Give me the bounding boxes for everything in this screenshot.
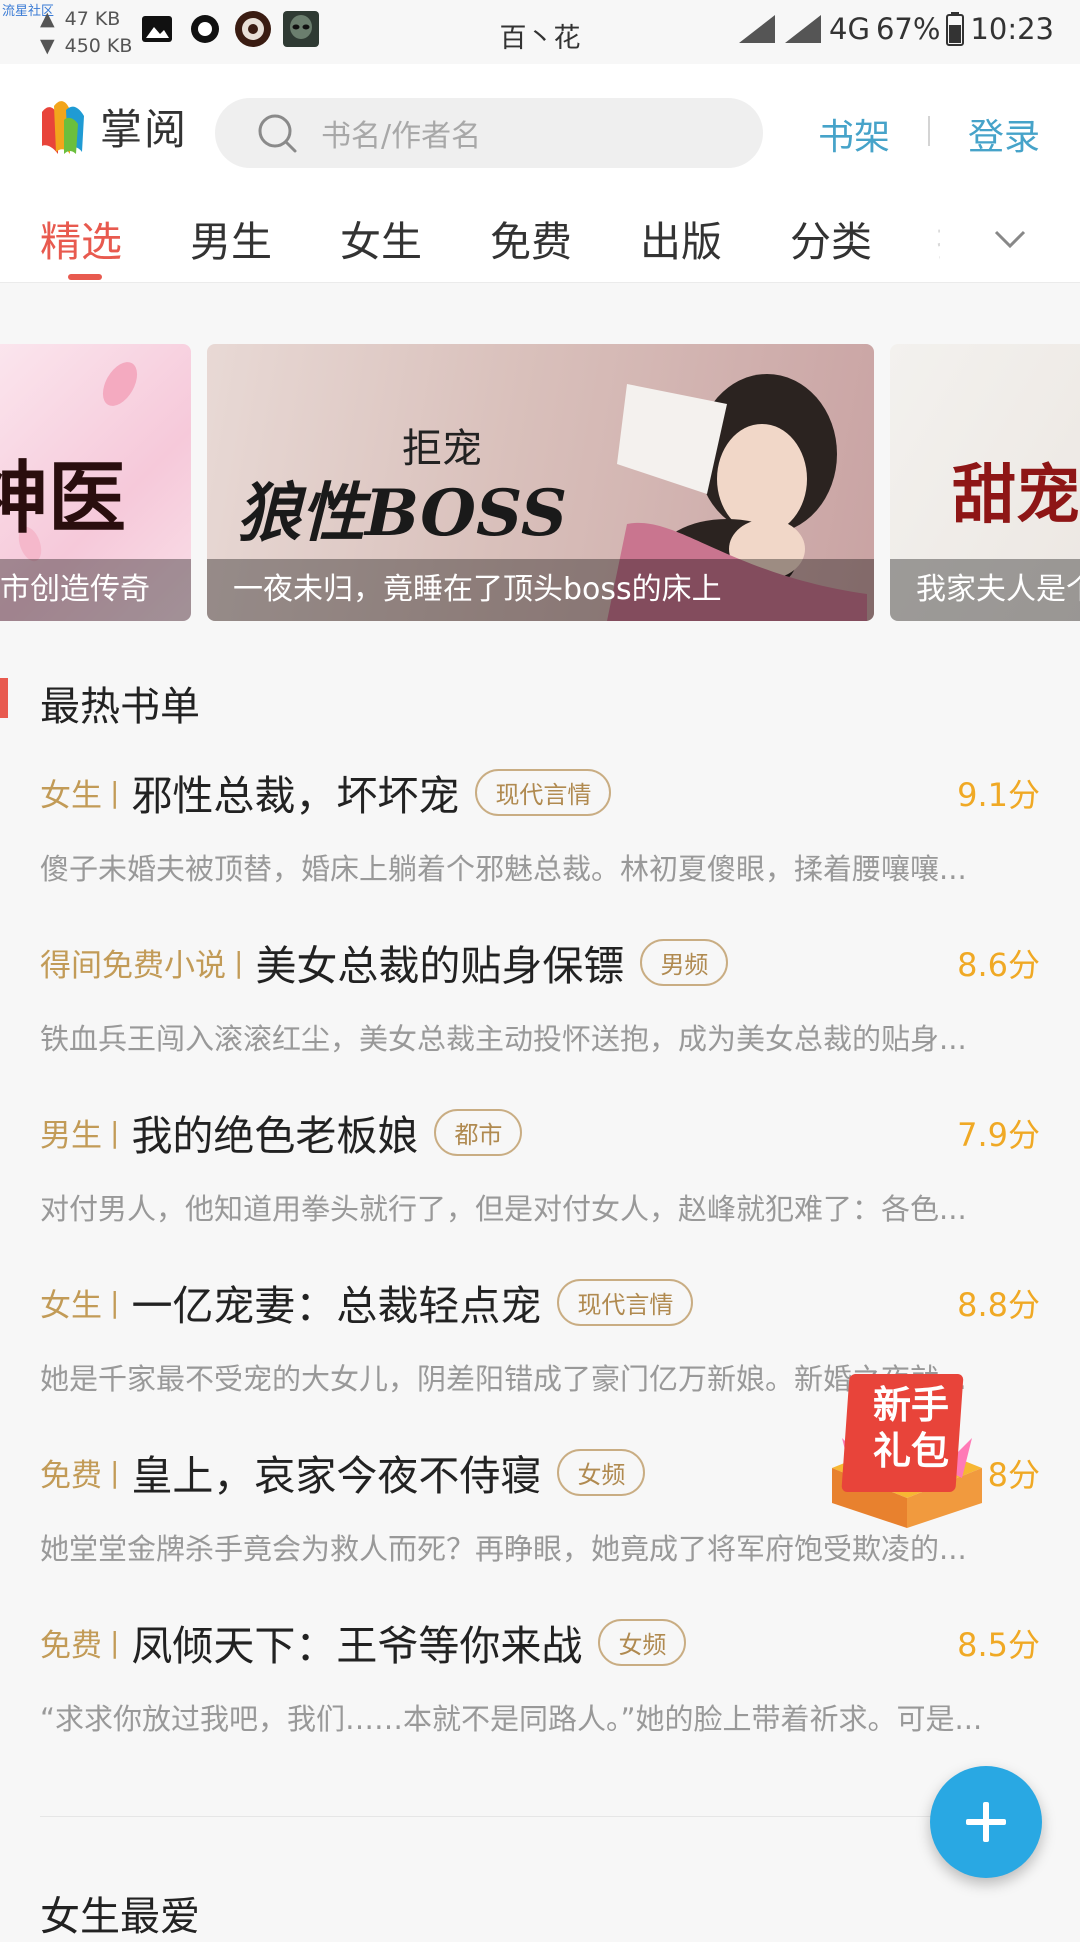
- book-category: 免费: [40, 1457, 102, 1494]
- tab-featured[interactable]: 精选: [40, 208, 122, 268]
- banner-cover-title: 神医: [0, 453, 127, 544]
- banner-caption: 市创造传奇: [0, 559, 191, 621]
- book-category: 女生: [40, 1287, 102, 1324]
- battery-icon: [946, 12, 965, 46]
- book-description: “求求你放过我吧，我们……本就不是同路人。”她的脸上带着祈求。可是...: [40, 1702, 983, 1736]
- active-tab-indicator: [68, 274, 102, 280]
- category-separator: |: [234, 945, 244, 979]
- status-bar: 流星社区 ▲ 47 KB ▼ 450 KB 百丶花 4G 67% 10:23: [0, 0, 1080, 64]
- banner-caption: 一夜未归，竟睡在了顶头boss的床上: [207, 559, 874, 621]
- banner-card-featured[interactable]: 拒宠 狼性BOSS 一夜未归，竟睡在了顶头boss的床上: [207, 344, 874, 621]
- book-title: 一亿宠妻：总裁轻点宠: [131, 1282, 542, 1330]
- book-title: 我的绝色老板娘: [131, 1112, 419, 1160]
- category-separator: |: [110, 1115, 120, 1149]
- search-icon: [258, 114, 297, 153]
- tab-male[interactable]: 男生: [190, 208, 272, 268]
- new-user-gift-badge[interactable]: 新手 礼包: [812, 1368, 1002, 1528]
- book-tag: 现代言情: [557, 1278, 694, 1326]
- book-list-item[interactable]: 女生 | 邪性总裁，坏坏宠 现代言情 9.1分 傻子未婚夫被顶替，婚床上躺着个邪魅…: [40, 764, 1042, 914]
- book-description: 她堂堂金牌杀手竟会为救人而死？再睁眼，她竟成了将军府饱受欺凌的...: [40, 1532, 967, 1566]
- app-logo[interactable]: 掌阅: [38, 94, 188, 158]
- book-title: 皇上，哀家今夜不侍寝: [131, 1452, 542, 1500]
- search-bar[interactable]: 书名/作者名: [215, 98, 763, 168]
- section-title: 最热书单: [40, 684, 200, 730]
- book-title: 邪性总裁，坏坏宠: [131, 772, 460, 820]
- category-separator: |: [110, 775, 120, 809]
- book-title: 美女总裁的贴身保镖: [255, 942, 625, 990]
- category-separator: |: [110, 1625, 120, 1659]
- book-description: 对付男人，他知道用拳头就行了，但是对付女人，赵峰就犯难了：各色...: [40, 1192, 967, 1226]
- login-link[interactable]: 登录: [968, 108, 1040, 160]
- bookshelf-link[interactable]: 书架: [818, 108, 890, 160]
- gift-badge-text: 新手 礼包: [856, 1382, 966, 1474]
- book-score: 8.8分: [957, 1286, 1040, 1324]
- network-type: 4G: [829, 12, 870, 46]
- book-category: 免费: [40, 1627, 102, 1664]
- category-separator: |: [110, 1285, 120, 1319]
- logo-text: 掌阅: [100, 104, 189, 154]
- logo-icon: [42, 101, 84, 154]
- book-list-item[interactable]: 得间免费小说 | 美女总裁的贴身保镖 男频 8.6分 铁血兵王闯入滚滚红尘，美女总…: [40, 934, 1042, 1084]
- signal-icon-2: [785, 15, 822, 43]
- gift-line-2: 礼包: [872, 1429, 949, 1473]
- next-section-title: 女生最爱: [40, 1894, 200, 1940]
- system-status: 4G 67% 10:23: [737, 12, 1054, 46]
- book-tag: 都市: [434, 1108, 523, 1156]
- category-tabs: 精选 男生 女生 免费 出版 分类 排: [0, 196, 1080, 283]
- banner-card[interactable]: 神医 市创造传奇: [0, 344, 191, 621]
- book-tag: 现代言情: [475, 768, 612, 816]
- book-tag: 女频: [598, 1618, 687, 1666]
- app-header: 掌阅 书名/作者名 书架 登录: [0, 64, 1080, 196]
- signal-icon: [739, 15, 776, 43]
- book-score: 8.6分: [957, 946, 1040, 984]
- book-description: 铁血兵王闯入滚滚红尘，美女总裁主动投怀送抱，成为美女总裁的贴身...: [40, 1022, 967, 1056]
- category-separator: |: [110, 1455, 120, 1489]
- book-category: 男生: [40, 1117, 102, 1154]
- tab-free[interactable]: 免费: [490, 208, 572, 268]
- tab-publish[interactable]: 出版: [640, 208, 722, 268]
- book-tag: 女频: [557, 1448, 646, 1496]
- book-category: 女生: [40, 777, 102, 814]
- book-description: 傻子未婚夫被顶替，婚床上躺着个邪魅总裁。林初夏傻眼，揉着腰嚷嚷...: [40, 852, 967, 886]
- book-list-item[interactable]: 免费 | 凤倾天下：王爷等你来战 女频 8.5分 “求求你放过我吧，我们……本就不…: [40, 1614, 1042, 1764]
- banner-cover-title: 甜宠: [952, 458, 1080, 533]
- search-placeholder: 书名/作者名: [321, 119, 482, 154]
- book-title: 凤倾天下：王爷等你来战: [131, 1622, 583, 1670]
- book-category: 得间免费小说: [40, 947, 226, 984]
- add-button[interactable]: [930, 1766, 1042, 1878]
- tab-category[interactable]: 分类: [790, 208, 872, 268]
- section-divider: [40, 1816, 1040, 1817]
- gift-line-1: 新手: [872, 1383, 949, 1427]
- clock: 10:23: [970, 12, 1054, 46]
- book-score: 7.9分: [957, 1116, 1040, 1154]
- banner-cover-title: 狼性BOSS: [237, 476, 568, 551]
- section-accent-bar: [0, 678, 8, 718]
- book-list-item[interactable]: 男生 | 我的绝色老板娘 都市 7.9分 对付男人，他知道用拳头就行了，但是对付女…: [40, 1104, 1042, 1254]
- header-divider: [928, 116, 930, 146]
- banner-card[interactable]: 甜宠 我家夫人是个: [890, 344, 1080, 621]
- chevron-down-icon[interactable]: [990, 218, 1030, 258]
- battery-percent: 67%: [875, 12, 941, 46]
- banner-caption: 我家夫人是个: [890, 559, 1080, 621]
- plus-icon: [966, 1802, 1006, 1842]
- book-score: 8.5分: [957, 1626, 1040, 1664]
- tab-female[interactable]: 女生: [340, 208, 422, 268]
- book-tag: 男频: [640, 938, 729, 986]
- book-score: 9.1分: [957, 776, 1040, 814]
